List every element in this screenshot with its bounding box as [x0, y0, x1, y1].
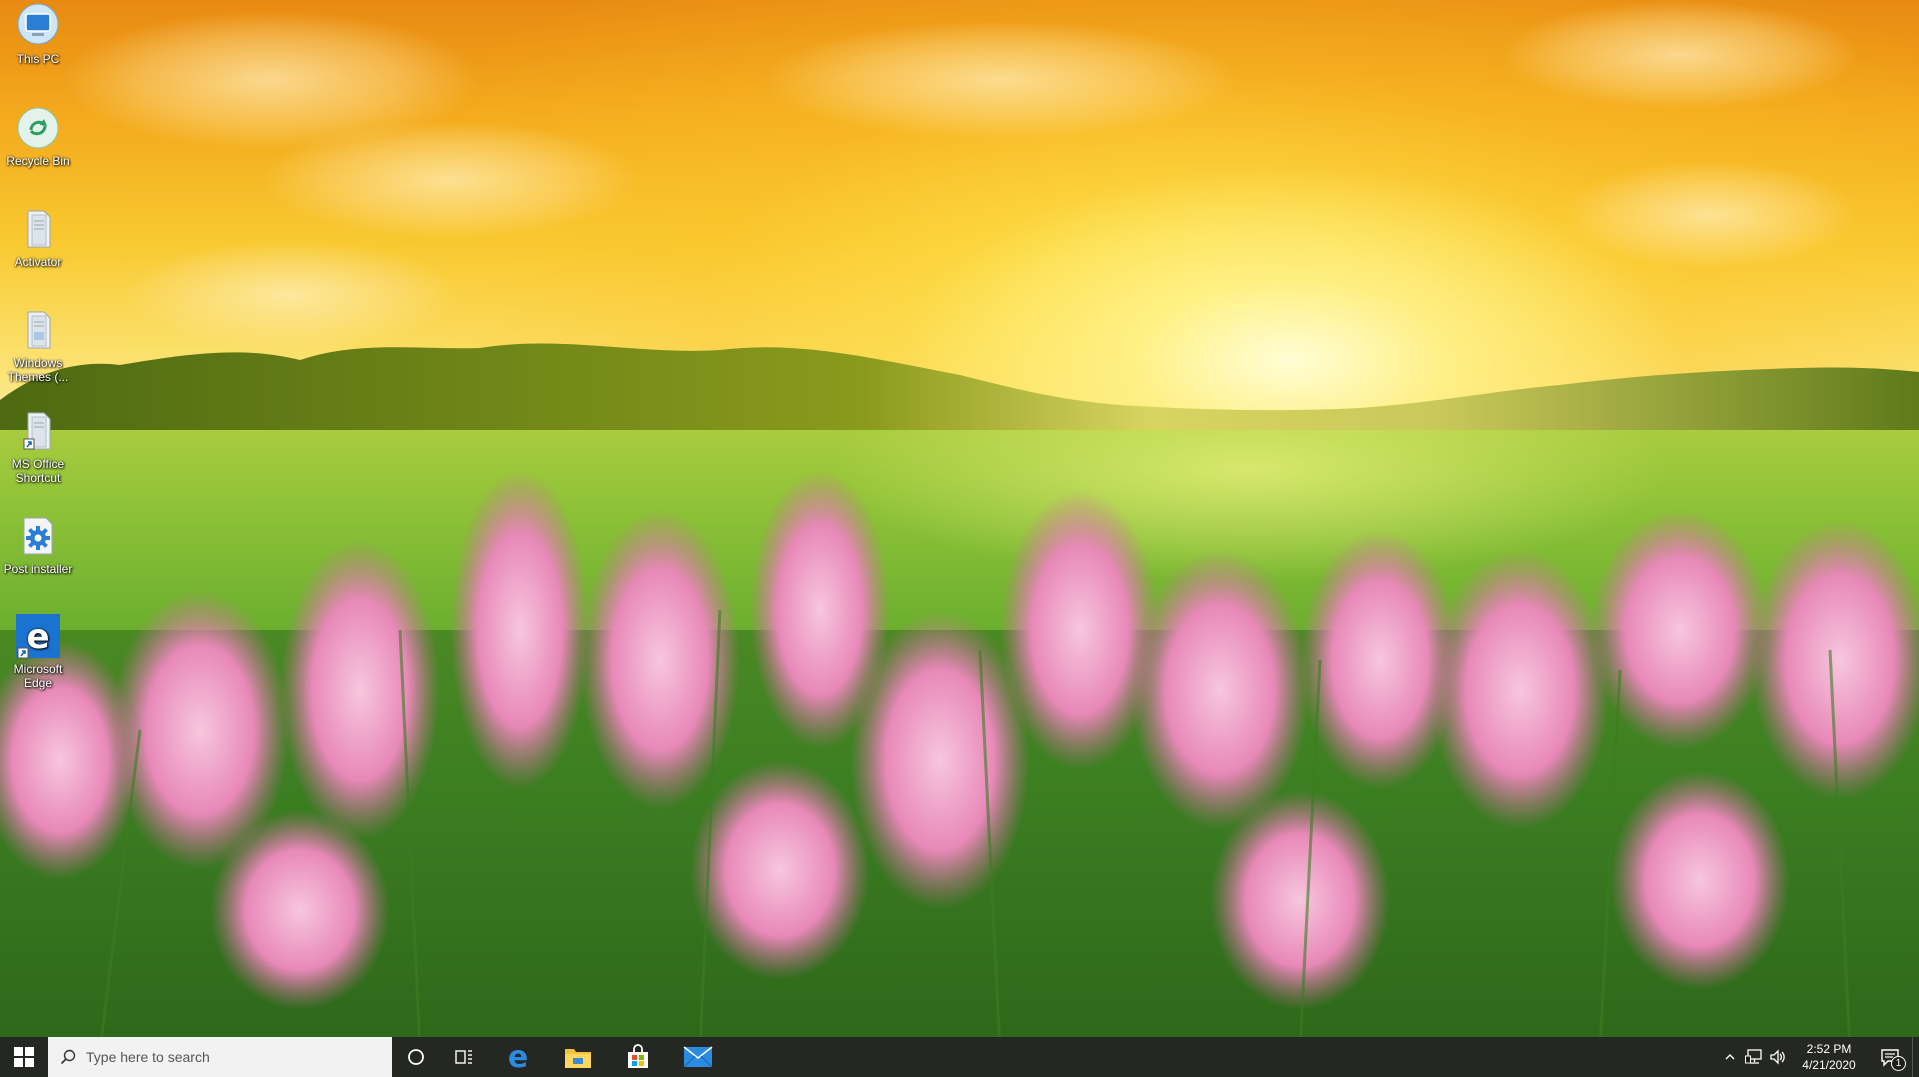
store-icon: [628, 1044, 648, 1068]
taskbar-clock[interactable]: 2:52 PM 4/21/2020: [1790, 1037, 1868, 1077]
svg-text:e: e: [508, 1043, 528, 1071]
svg-text:e: e: [26, 617, 49, 657]
speaker-icon: [1770, 1049, 1785, 1065]
wallpaper-cloud: [760, 20, 1240, 140]
wallpaper-cloud: [260, 120, 640, 240]
desktop[interactable]: This PC Recycle Bin Activator Windows Th…: [0, 0, 1919, 1037]
taskbar-app-store[interactable]: [608, 1037, 668, 1077]
desktop-icon-recycle-bin[interactable]: Recycle Bin: [0, 104, 76, 168]
desktop-icon-label: Recycle Bin: [6, 154, 70, 168]
show-hidden-icons-button[interactable]: [1718, 1037, 1742, 1077]
notification-badge: 1: [1891, 1056, 1906, 1071]
desktop-icon-label: Microsoft Edge: [13, 662, 63, 690]
search-icon: [60, 1049, 76, 1065]
taskbar-app-mail[interactable]: [668, 1037, 728, 1077]
desktop-icon-post-installer[interactable]: Post installer: [0, 512, 76, 576]
recycle-bin-icon: [17, 107, 59, 149]
document-icon: [27, 210, 51, 248]
desktop-icon-this-pc[interactable]: This PC: [0, 2, 76, 66]
clock-date: 4/21/2020: [1802, 1058, 1856, 1072]
volume-tray-button[interactable]: [1766, 1037, 1790, 1077]
computer-icon: [17, 3, 59, 45]
task-view-button[interactable]: [440, 1037, 488, 1077]
wallpaper-flowers: [0, 470, 1919, 1037]
cortana-button[interactable]: [392, 1037, 440, 1077]
desktop-icon-microsoft-edge[interactable]: e Microsoft Edge: [0, 612, 76, 690]
desktop-icon-label: Post installer: [3, 562, 73, 576]
gear-icon: [23, 517, 53, 555]
wallpaper-cloud: [1500, 0, 1860, 110]
windows-logo-icon: [14, 1047, 34, 1067]
folder-icon: [565, 1049, 591, 1068]
desktop-icon-ms-office-shortcut[interactable]: MS Office Shortcut: [0, 407, 76, 485]
action-center-button[interactable]: 1: [1868, 1037, 1912, 1077]
desktop-icon-label: MS Office Shortcut: [11, 457, 65, 485]
document-icon: [27, 311, 51, 349]
show-desktop-button[interactable]: [1912, 1037, 1919, 1077]
taskbar-search-box[interactable]: Type here to search: [48, 1037, 392, 1077]
cortana-circle-icon: [408, 1049, 424, 1065]
system-tray: 2:52 PM 4/21/2020 1: [1718, 1037, 1919, 1077]
edge-icon: e: [16, 614, 60, 659]
network-tray-button[interactable]: [1742, 1037, 1766, 1077]
taskbar: Type here to search e 2:52 PM 4/21/2020 …: [0, 1037, 1919, 1077]
network-icon: [1745, 1049, 1762, 1064]
desktop-icon-label: Activator: [14, 255, 62, 269]
clock-time: 2:52 PM: [1806, 1042, 1852, 1056]
desktop-icon-activator[interactable]: Activator: [0, 205, 76, 269]
wallpaper-cloud: [1560, 160, 1860, 270]
edge-icon: e: [508, 1043, 528, 1071]
taskbar-app-edge[interactable]: e: [488, 1037, 548, 1077]
mail-icon: [683, 1046, 713, 1068]
desktop-icon-label: This PC: [16, 52, 60, 66]
shortcut-document-icon: [23, 412, 51, 450]
chevron-up-icon: [1725, 1054, 1735, 1060]
start-button[interactable]: [0, 1037, 48, 1077]
taskbar-app-file-explorer[interactable]: [548, 1037, 608, 1077]
desktop-icon-label: Windows Themes (...: [7, 356, 69, 384]
desktop-icon-windows-themes[interactable]: Windows Themes (...: [0, 306, 76, 384]
task-view-icon: [455, 1050, 472, 1064]
search-placeholder: Type here to search: [86, 1049, 210, 1065]
